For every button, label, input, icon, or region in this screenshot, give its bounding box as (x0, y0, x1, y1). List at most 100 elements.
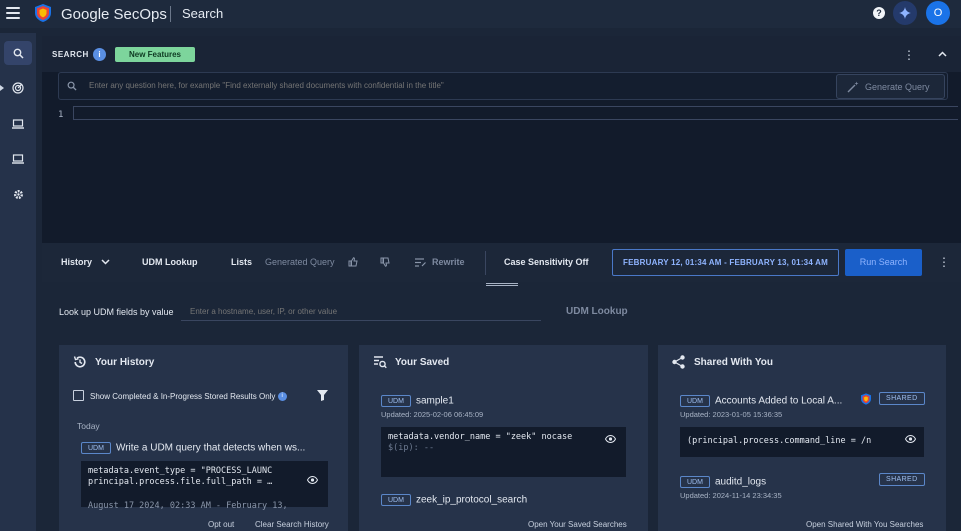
share-icon (672, 355, 685, 369)
gear-icon (13, 189, 23, 199)
monitor-icon (12, 119, 24, 129)
lists-tab[interactable]: Lists (231, 257, 252, 267)
udm-tag: UDM (81, 441, 111, 454)
shared-item-title-row[interactable]: UDM auditd_logs (680, 473, 766, 491)
shared-badge: SHARED (879, 473, 925, 486)
query-editor[interactable]: 1 (42, 102, 961, 242)
saved-item-title-row[interactable]: UDM sample1 (381, 392, 454, 410)
generated-query-label: Generated Query (265, 257, 335, 267)
filter-icon[interactable] (317, 390, 328, 401)
history-icon (73, 356, 86, 368)
history-card: Your History Show Completed & In-Progres… (59, 345, 348, 531)
left-rail (0, 33, 36, 531)
clear-history-link[interactable]: Clear Search History (255, 520, 329, 529)
history-card-title: Your History (95, 357, 155, 368)
search-icon (13, 48, 24, 59)
saved-item-query[interactable]: metadata.vendor_name = "zeek" nocase $(i… (381, 427, 626, 477)
saved-search-icon (374, 356, 387, 369)
editor-active-line[interactable] (73, 106, 958, 120)
udm-tag: UDM (381, 493, 411, 506)
history-item-timestamp: August 17 2024, 02:33 AM - February 13, (88, 501, 288, 511)
natural-language-input[interactable] (89, 81, 809, 90)
shared-item-title: auditd_logs (714, 476, 767, 488)
case-sensitivity-toggle[interactable]: Case Sensitivity Off (504, 257, 589, 267)
udm-tag: UDM (381, 394, 411, 407)
generate-query-label: Generate Query (865, 81, 930, 92)
shared-item-title: Accounts Added to Local A... (714, 395, 843, 407)
radar-icon (12, 82, 24, 94)
eye-icon[interactable] (605, 435, 616, 443)
saved-item-title: sample1 (415, 395, 454, 407)
history-item-title: Write a UDM query that detects when ws..… (115, 442, 306, 454)
thumbs-down-icon[interactable] (380, 257, 390, 267)
run-search-button[interactable]: Run Search (845, 249, 922, 276)
rewrite-button[interactable]: Rewrite (432, 257, 465, 267)
rail-item-search[interactable] (4, 41, 32, 65)
shared-item-updated: Updated: 2023-01-05 15:36:35 (680, 410, 783, 419)
line-number: 1 (58, 110, 64, 120)
date-range-picker[interactable]: FEBRUARY 12, 01:34 AM - FEBRUARY 13, 01:… (612, 249, 839, 276)
brand-name: Google SecOps (61, 6, 167, 23)
more-options-icon[interactable]: ⋮ (938, 255, 950, 269)
shared-item-query[interactable]: (principal.process.command_line = /n (680, 427, 924, 457)
resize-handle[interactable] (486, 283, 518, 286)
avatar[interactable]: O (926, 1, 950, 25)
search-panel: SEARCH i New Features ⋮ Generate Query 1… (42, 36, 961, 282)
udm-lookup-input[interactable] (181, 302, 541, 321)
history-dropdown[interactable]: History (61, 257, 110, 267)
magic-wand-icon (847, 81, 859, 92)
udm-lookup-tab[interactable]: UDM Lookup (142, 257, 198, 267)
udm-lookup-label: Look up UDM fields by value (59, 307, 174, 317)
natural-language-query-field[interactable] (58, 72, 948, 100)
rail-item-detection[interactable] (4, 76, 32, 100)
collapse-button[interactable] (930, 44, 954, 64)
saved-item-title-row[interactable]: UDM zeek_ip_protocol_search (381, 491, 527, 509)
rewrite-icon (415, 258, 426, 267)
history-item-title-row[interactable]: UDM Write a UDM query that detects when w… (81, 439, 305, 457)
brand-divider (170, 6, 171, 22)
toolbar-divider (485, 251, 486, 275)
shared-card-title: Shared With You (694, 357, 773, 368)
sparkle-icon (899, 7, 911, 19)
search-icon (67, 81, 77, 91)
secops-logo-icon (35, 4, 51, 22)
shared-badge: SHARED (879, 392, 925, 405)
top-bar: Google SecOps Search ? O (0, 0, 961, 28)
udm-tag: UDM (680, 475, 710, 488)
info-icon[interactable]: i (277, 392, 287, 402)
saved-item-updated: Updated: 2025-02-06 06:45:09 (381, 410, 484, 419)
open-saved-searches-link[interactable]: Open Your Saved Searches (528, 520, 627, 529)
history-label: History (61, 257, 93, 267)
search-toolbar: History UDM Lookup Lists Generated Query… (42, 243, 961, 282)
gemini-button[interactable] (893, 1, 917, 25)
udm-tag: UDM (680, 394, 710, 407)
shared-item-title-row[interactable]: UDM Accounts Added to Local A... (680, 392, 842, 410)
menu-icon[interactable] (6, 7, 20, 19)
help-icon[interactable]: ? (873, 7, 885, 19)
rail-item-investigation[interactable] (4, 112, 32, 136)
monitor-icon (12, 154, 24, 164)
thumbs-up-icon[interactable] (348, 257, 358, 267)
eye-icon[interactable] (307, 476, 318, 484)
opt-out-link[interactable]: Opt out (208, 520, 234, 529)
history-section-today: Today (77, 421, 100, 431)
search-title: SEARCH (52, 50, 89, 59)
saved-card-title: Your Saved (395, 357, 450, 368)
new-features-badge[interactable]: New Features (115, 47, 195, 62)
udm-lookup-button[interactable]: UDM Lookup (566, 306, 628, 317)
rail-item-settings[interactable] (4, 182, 32, 206)
stored-results-checkbox[interactable] (73, 390, 84, 401)
shield-icon (861, 393, 871, 405)
more-options-icon[interactable]: ⋮ (903, 48, 915, 62)
saved-card: Your Saved UDM sample1 Updated: 2025-02-0… (359, 345, 648, 531)
generate-query-button[interactable]: Generate Query (836, 74, 945, 99)
chevron-up-icon (937, 51, 947, 57)
open-shared-searches-link[interactable]: Open Shared With You Searches (806, 520, 923, 529)
chevron-down-icon (101, 259, 110, 265)
eye-icon[interactable] (905, 435, 916, 443)
shared-card: Shared With You UDM Accounts Added to Loc… (658, 345, 946, 531)
info-icon[interactable]: i (93, 48, 106, 61)
saved-item-title: zeek_ip_protocol_search (415, 494, 528, 506)
search-header: SEARCH i New Features ⋮ (42, 36, 961, 72)
rail-item-response[interactable] (4, 147, 32, 171)
